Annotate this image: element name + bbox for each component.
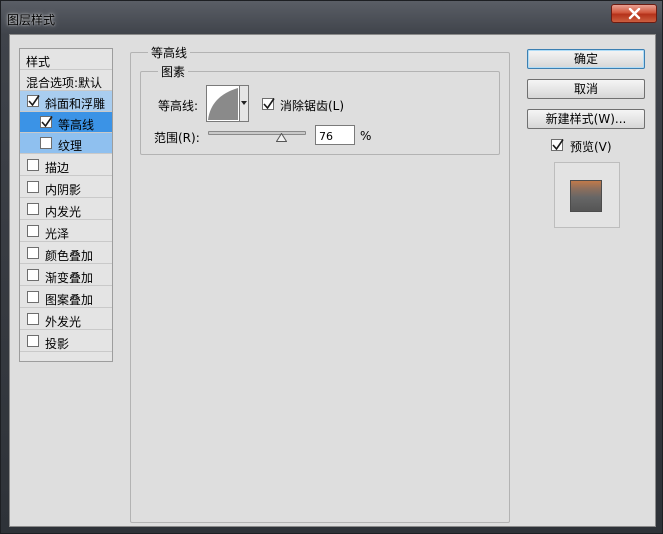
satin-checkbox[interactable] xyxy=(27,225,39,237)
window-title: 图层样式 xyxy=(7,13,56,27)
style-item-outer-glow[interactable]: 外发光 xyxy=(20,309,112,330)
style-list: 样式 混合选项:默认 斜面和浮雕 等高线 纹理 描边 内阴影 内发光 光泽 颜色… xyxy=(19,48,113,362)
style-item-bevel-emboss[interactable]: 斜面和浮雕 xyxy=(20,91,112,112)
close-button[interactable] xyxy=(611,4,657,23)
preview-thumbnail xyxy=(554,162,620,228)
check-icon xyxy=(263,98,275,110)
close-icon xyxy=(628,8,641,20)
color-overlay-checkbox[interactable] xyxy=(27,247,39,259)
check-icon xyxy=(41,116,53,128)
contour-checkbox[interactable] xyxy=(40,116,53,128)
check-icon xyxy=(28,95,40,107)
contour-group-title: 等高线 xyxy=(148,44,191,61)
bevel-emboss-checkbox[interactable] xyxy=(27,95,40,107)
ok-button[interactable]: 确定 xyxy=(527,49,645,69)
range-input[interactable] xyxy=(315,125,355,145)
contour-dropdown-button[interactable] xyxy=(240,85,249,122)
stroke-checkbox[interactable] xyxy=(27,159,39,171)
inner-shadow-checkbox[interactable] xyxy=(27,181,39,193)
range-slider-thumb[interactable] xyxy=(276,133,287,142)
title-bar[interactable]: 图层样式 xyxy=(1,1,663,34)
drop-shadow-checkbox[interactable] xyxy=(27,335,39,347)
cancel-button[interactable]: 取消 xyxy=(527,79,645,99)
style-item-gradient-overlay[interactable]: 渐变叠加 xyxy=(20,265,112,286)
contour-curve-icon xyxy=(208,88,238,120)
layer-style-dialog: 图层样式 样式 混合选项:默认 斜面和浮雕 等高线 纹理 描边 内阴影 内发光 … xyxy=(0,0,663,534)
style-item-stroke[interactable]: 描边 xyxy=(20,155,112,176)
dialog-body: 样式 混合选项:默认 斜面和浮雕 等高线 纹理 描边 内阴影 内发光 光泽 颜色… xyxy=(9,34,656,527)
style-item-texture[interactable]: 纹理 xyxy=(20,133,112,154)
style-item-inner-glow[interactable]: 内发光 xyxy=(20,199,112,220)
style-item-pattern-overlay[interactable]: 图案叠加 xyxy=(20,287,112,308)
style-item-color-overlay[interactable]: 颜色叠加 xyxy=(20,243,112,264)
antialias-checkbox[interactable] xyxy=(262,98,275,110)
contour-label: 等高线: xyxy=(158,99,199,113)
style-item-satin[interactable]: 光泽 xyxy=(20,221,112,242)
check-icon xyxy=(552,139,564,151)
elements-subgroup-title: 图素 xyxy=(158,63,189,80)
style-list-header: 样式 xyxy=(20,49,112,70)
contour-picker[interactable] xyxy=(206,85,240,122)
preview-label: 预览(V) xyxy=(570,140,612,154)
range-label: 范围(R): xyxy=(154,131,200,145)
inner-glow-checkbox[interactable] xyxy=(27,203,39,215)
style-item-inner-shadow[interactable]: 内阴影 xyxy=(20,177,112,198)
outer-glow-checkbox[interactable] xyxy=(27,313,39,325)
new-style-button[interactable]: 新建样式(W)... xyxy=(527,109,645,129)
style-item-drop-shadow[interactable]: 投影 xyxy=(20,331,112,352)
texture-checkbox[interactable] xyxy=(40,137,52,149)
preview-checkbox[interactable] xyxy=(551,139,564,151)
range-slider[interactable] xyxy=(208,131,306,135)
gradient-overlay-checkbox[interactable] xyxy=(27,269,39,281)
preview-swatch xyxy=(570,180,602,212)
chevron-down-icon xyxy=(241,101,247,105)
antialias-label: 消除锯齿(L) xyxy=(280,99,345,113)
style-item-contour[interactable]: 等高线 xyxy=(20,112,112,133)
range-unit: % xyxy=(360,129,372,143)
pattern-overlay-checkbox[interactable] xyxy=(27,291,39,303)
blend-options-item[interactable]: 混合选项:默认 xyxy=(20,70,112,91)
